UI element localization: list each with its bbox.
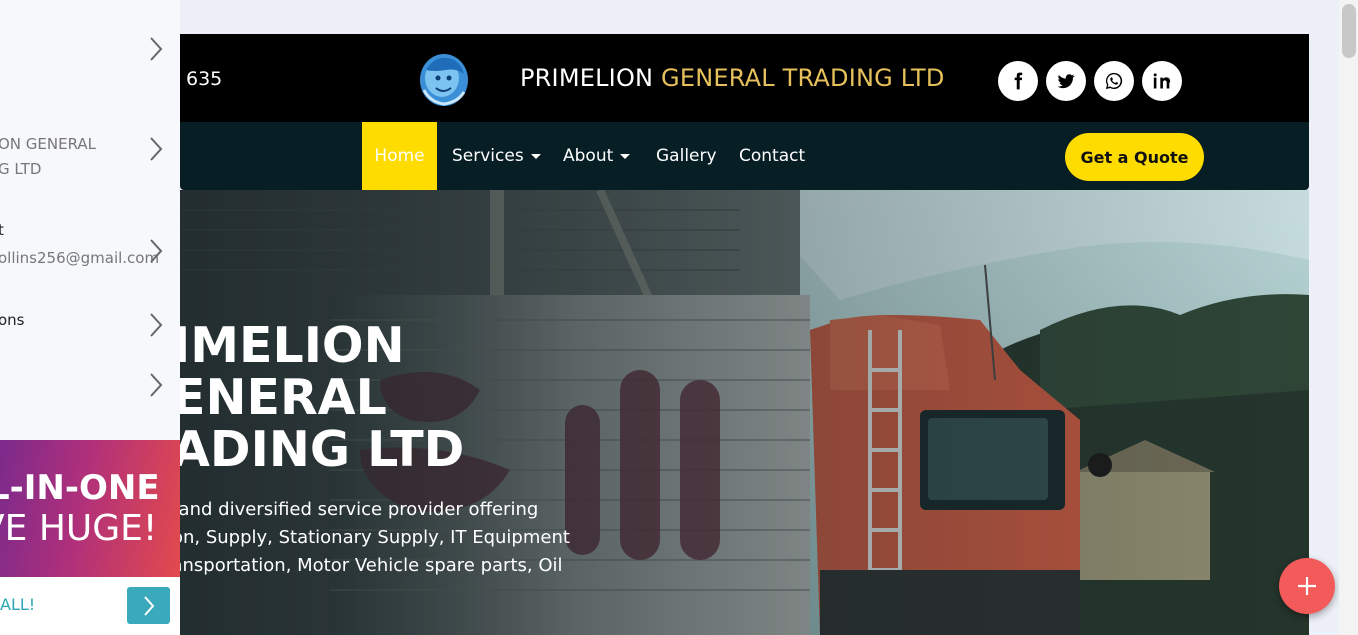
drawer-item[interactable] (0, 370, 180, 400)
twitter-icon (1057, 74, 1075, 89)
chevron-right-icon (150, 313, 163, 337)
facebook-link[interactable] (998, 61, 1038, 101)
brand-main: PRIMELION (520, 64, 654, 92)
top-bar: 635 PRIMELION GENERAL TRADING LTD (180, 34, 1309, 122)
phone-number[interactable]: 635 (186, 68, 222, 90)
drawer-options-label: ons (0, 311, 25, 329)
nav-gallery[interactable]: Gallery (656, 122, 717, 190)
lion-logo-icon[interactable] (416, 50, 472, 108)
scrollbar-track[interactable] (1339, 0, 1358, 635)
drawer-email-label: t (0, 221, 4, 239)
caret-down-icon (530, 153, 541, 159)
plus-icon (1298, 577, 1316, 595)
nav-services-label: Services (452, 146, 524, 166)
nav-about[interactable]: About (563, 122, 631, 190)
linkedin-link[interactable] (1142, 61, 1182, 101)
drawer-email-value: ollins256@gmail.com (0, 249, 160, 267)
hero-subtitle-line: s. (180, 580, 560, 608)
promo-link[interactable]: ALL! (0, 595, 35, 614)
drawer-item-options[interactable]: ons (0, 308, 180, 338)
drawer-item-email[interactable]: t ollins256@gmail.com (0, 218, 180, 274)
hero-title-line: IMELION (180, 317, 405, 374)
hero-section: IMELION ENERAL ADING LTD ng and diversif… (180, 190, 1309, 635)
drawer-item-company[interactable]: ON GENERAL G LTD (0, 132, 180, 186)
hero-title-line: ENERAL (180, 369, 387, 426)
chevron-right-icon (150, 373, 163, 397)
brand-name[interactable]: PRIMELION GENERAL TRADING LTD (520, 64, 945, 92)
nav-about-label: About (563, 146, 614, 166)
chevron-right-icon (150, 137, 163, 161)
scrollbar-thumb[interactable] (1342, 4, 1356, 58)
caret-down-icon (620, 153, 631, 159)
promo-headline: L-IN-ONE (0, 468, 160, 508)
hero-title-line: ADING LTD (180, 421, 465, 478)
brand-accent: GENERAL TRADING LTD (661, 64, 945, 92)
drawer-company-line: ON GENERAL (0, 135, 97, 153)
hero-subtitle-line: ng and diversified service provider offe… (180, 499, 539, 520)
chevron-right-icon (150, 239, 163, 263)
nav-services[interactable]: Services (452, 122, 541, 190)
chevron-right-icon (143, 595, 154, 616)
drawer-company-line: G LTD (0, 160, 42, 178)
chevron-right-icon (150, 37, 163, 61)
floating-add-button[interactable] (1279, 558, 1335, 614)
linkedin-icon (1153, 73, 1171, 89)
whatsapp-link[interactable] (1094, 61, 1134, 101)
get-quote-button[interactable]: Get a Quote (1065, 133, 1204, 181)
promo-banner[interactable]: L-IN-ONE VE HUGE! (0, 440, 180, 577)
hero-title: IMELION ENERAL ADING LTD (180, 320, 464, 476)
promo-subheadline: VE HUGE! (0, 508, 158, 549)
whatsapp-icon (1105, 72, 1123, 90)
drawer-item[interactable] (0, 34, 180, 64)
side-drawer: ON GENERAL G LTD t ollins256@gmail.com o… (0, 0, 180, 635)
promo-next-button[interactable] (127, 587, 170, 624)
promo-footer: ALL! (0, 577, 180, 635)
twitter-link[interactable] (1046, 61, 1086, 101)
hero-subtitle-line: ction, Supply, Stationary Supply, IT Equ… (180, 527, 570, 548)
nav-home[interactable]: Home (362, 122, 437, 190)
hero-subtitle-line: Transportation, Motor Vehicle spare part… (180, 555, 563, 576)
nav-contact[interactable]: Contact (739, 122, 805, 190)
main-nav: Home Services About Gallery Contact Get … (180, 122, 1309, 190)
hero-subtitle: ng and diversified service provider offe… (180, 496, 570, 608)
facebook-icon (1014, 72, 1023, 90)
